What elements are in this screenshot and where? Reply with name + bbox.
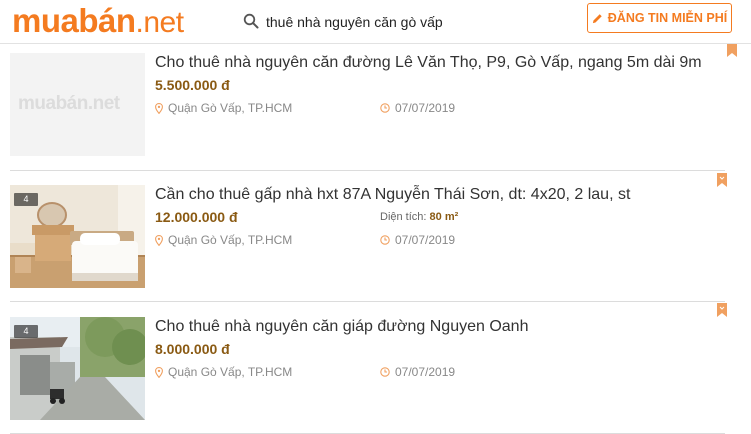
listing-date-text: 07/07/2019 — [395, 365, 456, 379]
listing-price: 12.000.000 đ — [155, 209, 238, 225]
post-free-ad-button[interactable]: ĐĂNG TIN MIỄN PHÍ — [587, 3, 732, 33]
search-input[interactable] — [266, 13, 566, 31]
area-label: Diện tích: — [380, 211, 427, 223]
listing-title[interactable]: Cho thuê nhà nguyên căn giáp đường Nguye… — [155, 317, 735, 337]
listing-area: Diện tích: 80 m² — [380, 209, 458, 225]
pencil-icon — [592, 13, 602, 23]
photo-count: 4 — [23, 326, 29, 336]
listing-date-text: 07/07/2019 — [395, 101, 456, 115]
listing-thumbnail[interactable]: 4 — [10, 185, 145, 288]
listing-location-text: Quận Gò Vấp, TP.HCM — [168, 365, 293, 379]
clock-icon — [380, 103, 390, 113]
listing-price: 8.000.000 đ — [155, 341, 230, 357]
map-pin-icon — [155, 234, 163, 246]
listing-date: 07/07/2019 — [380, 364, 455, 380]
listing-location: Quận Gò Vấp, TP.HCM — [155, 100, 292, 116]
search-icon[interactable] — [243, 13, 259, 29]
listing-title[interactable]: Cần cho thuê gấp nhà hxt 87A Nguyễn Thái… — [155, 185, 735, 205]
photo-count-badge: 4 — [14, 325, 38, 338]
listing-date: 07/07/2019 — [380, 100, 455, 116]
photo-count-badge: 4 — [14, 193, 38, 206]
listing-price: 5.500.000 đ — [155, 77, 230, 93]
listing-item[interactable]: 4 Cho thuê nhà nguyên căn giáp đường Ngu… — [10, 317, 725, 434]
bookmark-icon[interactable] — [717, 303, 727, 317]
map-pin-icon — [155, 366, 163, 378]
listing-date-text: 07/07/2019 — [395, 233, 456, 247]
listing-divider — [10, 170, 725, 171]
listing-location: Quận Gò Vấp, TP.HCM — [155, 232, 292, 248]
placeholder-logo: muabán.net — [18, 93, 120, 114]
post-button-label: ĐĂNG TIN MIỄN PHÍ — [607, 11, 728, 25]
listing-thumbnail[interactable]: 4 — [10, 317, 145, 420]
listing-item[interactable]: 4 Cần cho thuê gấp nhà hxt 87A Nguyễn Th… — [10, 185, 725, 302]
listing-location-text: Quận Gò Vấp, TP.HCM — [168, 101, 293, 115]
listing-thumbnail-placeholder[interactable]: muabán.net — [10, 53, 145, 156]
listing-location-text: Quận Gò Vấp, TP.HCM — [168, 233, 293, 247]
map-pin-icon — [155, 102, 163, 114]
listing-item[interactable]: muabán.net Cho thuê nhà nguyên căn đường… — [10, 53, 725, 171]
clock-icon — [380, 235, 390, 245]
listing-location: Quận Gò Vấp, TP.HCM — [155, 364, 292, 380]
listing-date: 07/07/2019 — [380, 232, 455, 248]
top-header: muabán.net ĐĂNG TIN MIỄN PHÍ — [0, 0, 751, 44]
logo-suffix-text: .net — [135, 6, 185, 39]
area-value: 80 m² — [429, 211, 459, 223]
site-logo[interactable]: muabán.net — [12, 2, 184, 42]
listing-title[interactable]: Cho thuê nhà nguyên căn đường Lê Văn Thọ… — [155, 53, 735, 73]
logo-main-text: muabán — [12, 2, 136, 39]
listing-divider — [10, 301, 725, 302]
photo-count: 4 — [23, 194, 29, 204]
clock-icon — [380, 367, 390, 377]
